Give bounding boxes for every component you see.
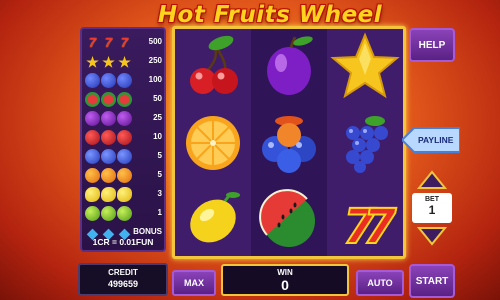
reel-area: 7 7 bbox=[172, 26, 406, 259]
payout-value: 10 bbox=[153, 132, 162, 141]
coin-rate: 1CR = 0.01FUN bbox=[92, 237, 154, 247]
star-icon: ★ ★ ★ bbox=[86, 53, 131, 70]
reel-1 bbox=[175, 29, 251, 256]
paytable-row: 10 bbox=[82, 129, 164, 147]
lime-icon bbox=[85, 206, 133, 222]
auto-spin-button[interactable]: AUTO bbox=[356, 270, 404, 296]
paytable-row: 25 bbox=[82, 110, 164, 128]
start-button[interactable]: START bbox=[409, 264, 455, 298]
payout-value: 50 bbox=[153, 94, 162, 103]
paytable-row: 3 bbox=[82, 186, 164, 204]
win-display: WIN 0 bbox=[221, 264, 349, 296]
payout-value: 5 bbox=[157, 151, 162, 160]
max-bet-button[interactable]: MAX bbox=[172, 270, 216, 296]
payout-value: 1 bbox=[157, 208, 162, 217]
reel-2 bbox=[251, 29, 327, 256]
payout-value: BONUS bbox=[133, 227, 162, 236]
paytable-row: 1 bbox=[82, 205, 164, 223]
watermelon-icon bbox=[85, 92, 133, 108]
plum-icon bbox=[85, 111, 133, 127]
credit-label: CREDIT bbox=[108, 268, 138, 277]
cherry-icon bbox=[175, 29, 251, 104]
paytable-row: 5 bbox=[82, 167, 164, 185]
payout-value: 5 bbox=[157, 170, 162, 179]
paytable-row: 50 bbox=[82, 91, 164, 109]
cherry-icon bbox=[85, 130, 133, 146]
paytable-row: 7 7 7 500 bbox=[82, 34, 164, 52]
credit-value: 499659 bbox=[107, 279, 139, 289]
grape-icon bbox=[85, 73, 133, 89]
seven-icon: 7 7 7 bbox=[88, 35, 129, 50]
payout-value: 25 bbox=[153, 113, 162, 122]
payout-value: 3 bbox=[157, 189, 162, 198]
paytable: 7 7 7 500 ★ ★ ★ 250 100 50 25 10 5 5 3 1… bbox=[80, 27, 166, 252]
bet-decrease-icon[interactable] bbox=[417, 226, 447, 246]
watermelon-icon bbox=[251, 181, 327, 256]
paytable-row: ★ ★ ★ 250 bbox=[82, 53, 164, 71]
bet-value: 1 bbox=[428, 203, 436, 217]
star-icon bbox=[327, 29, 403, 104]
help-button[interactable]: HELP bbox=[409, 28, 455, 62]
reel-3: 7 7 bbox=[327, 29, 403, 256]
win-value: 0 bbox=[281, 277, 289, 293]
bet-display: BET 1 bbox=[412, 193, 452, 223]
paytable-row: 100 bbox=[82, 72, 164, 90]
lemon-icon bbox=[85, 187, 133, 203]
svg-text:7: 7 bbox=[363, 199, 397, 255]
orange-icon bbox=[85, 168, 133, 184]
blueberry-icon bbox=[85, 149, 133, 165]
seven-icon: 7 7 bbox=[327, 181, 403, 256]
orange-icon bbox=[175, 105, 251, 180]
grapes-icon bbox=[327, 105, 403, 180]
plum-icon bbox=[251, 29, 327, 104]
blueberries-icon bbox=[251, 105, 327, 180]
lemon-icon bbox=[175, 181, 251, 256]
payout-value: 250 bbox=[148, 56, 162, 65]
payline-label: PAYLINE bbox=[418, 135, 454, 145]
paytable-row: 5 bbox=[82, 148, 164, 166]
credit-display: CREDIT 499659 bbox=[78, 263, 168, 296]
payout-value: 500 bbox=[148, 37, 162, 46]
payout-value: 100 bbox=[148, 75, 162, 84]
bet-label: BET bbox=[425, 196, 439, 203]
bet-increase-icon[interactable] bbox=[417, 170, 447, 190]
win-label: WIN bbox=[277, 268, 293, 277]
